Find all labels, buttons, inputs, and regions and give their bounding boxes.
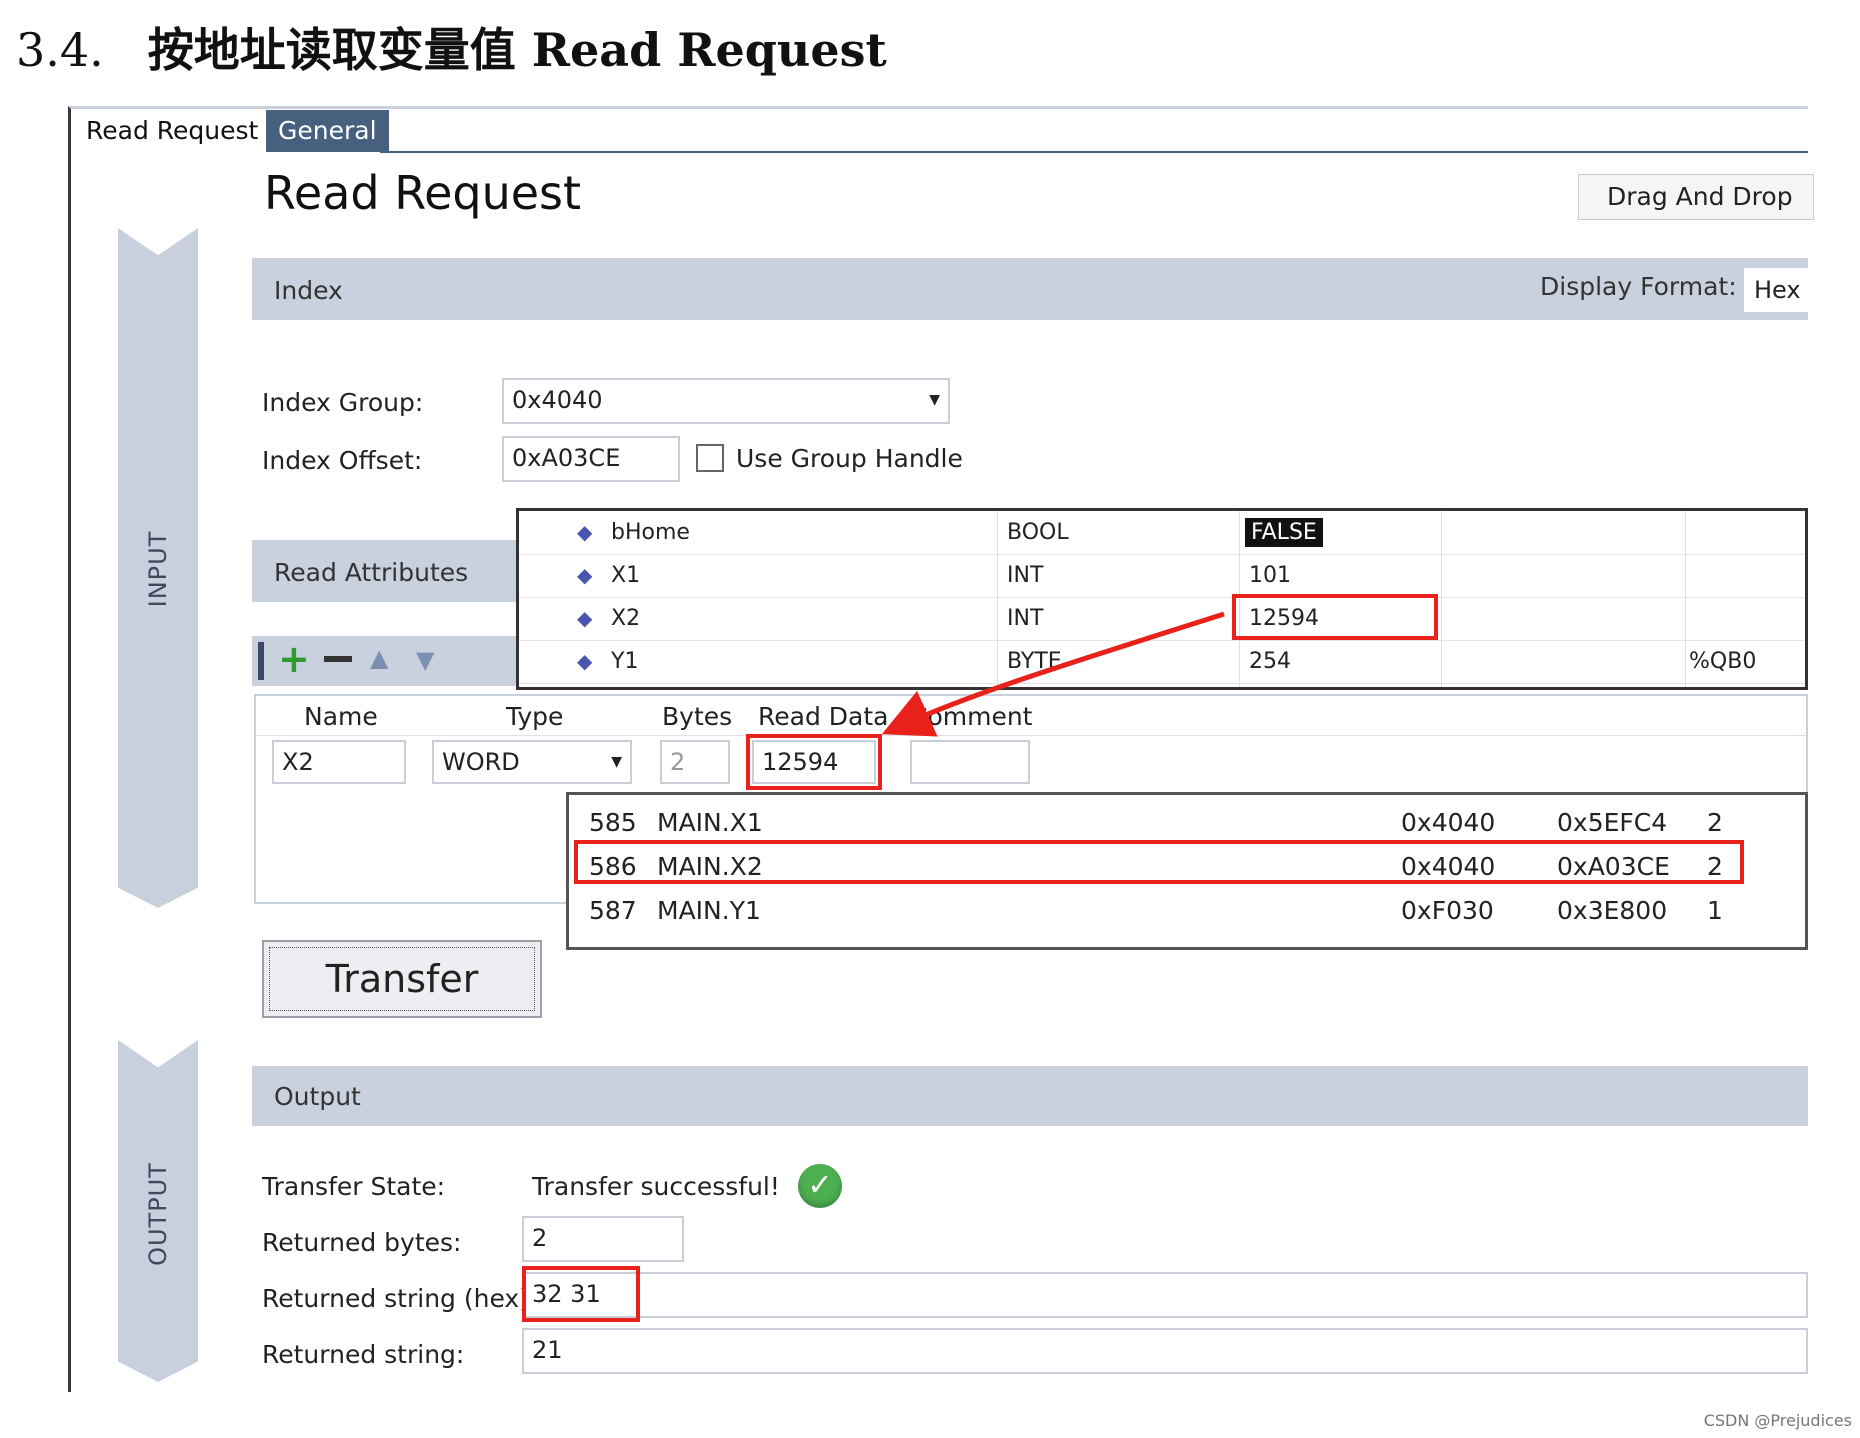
watch-row[interactable]: ◆ X2 INT 12594: [519, 597, 1805, 641]
symbol-id: 587: [589, 896, 637, 925]
watch-type: INT: [1007, 563, 1044, 588]
symbol-name: MAIN.X1: [657, 808, 763, 837]
watch-value: 101: [1249, 563, 1291, 588]
section-title: 按地址读取变量值 Read Request: [147, 23, 887, 77]
symbol-group: 0xF030: [1401, 896, 1494, 925]
variable-pin-icon: ◆: [577, 563, 593, 587]
chevron-down-icon: ▼: [929, 392, 940, 408]
returned-hex-highlight: [522, 1266, 640, 1322]
returned-string-field: 21: [522, 1328, 1808, 1374]
watch-type: BYTE: [1007, 649, 1062, 674]
variable-watch-popup: ◆ bHome BOOL FALSE ◆ X1 INT 101 ◆ X2 INT…: [516, 508, 1808, 690]
watch-name: X1: [611, 563, 641, 588]
variable-pin-icon: ◆: [577, 520, 593, 544]
page-title: Read Request: [264, 166, 582, 220]
section-number: 3.4.: [16, 23, 104, 77]
symbol-id: 585: [589, 808, 637, 837]
column-header-type: Type: [506, 702, 564, 731]
success-check-icon: ✓: [798, 1164, 842, 1208]
variable-pin-icon: ◆: [577, 606, 593, 630]
output-section-title: Output: [274, 1082, 361, 1111]
returned-bytes-label: Returned bytes:: [262, 1228, 462, 1257]
symbol-row-highlight: [574, 840, 1744, 884]
toolbar-grip: [258, 642, 264, 680]
symbol-offset: 0x3E800: [1557, 896, 1668, 925]
arrow-down-icon[interactable]: ▼: [416, 646, 434, 674]
drag-and-drop-button[interactable]: Drag And Drop: [1578, 174, 1814, 220]
section-heading: 3.4. 按地址读取变量值 Read Request: [16, 14, 887, 80]
output-side-label: OUTPUT: [144, 1162, 172, 1266]
add-icon[interactable]: +: [278, 638, 310, 680]
symbol-row[interactable]: 585 MAIN.X1 0x4040 0x5EFC4 2: [569, 801, 1805, 845]
returned-hex-field: 32 31: [522, 1272, 1808, 1318]
symbol-offset: 0x5EFC4: [1557, 808, 1668, 837]
transfer-state-label: Transfer State:: [262, 1172, 446, 1201]
index-group-value: 0x4040: [512, 386, 603, 414]
returned-hex-label: Returned string (hex):: [262, 1284, 538, 1313]
display-format-label: Display Format:: [1540, 272, 1737, 301]
tab-underline: [380, 151, 1808, 153]
read-attributes-title: Read Attributes: [274, 558, 469, 587]
display-format-select[interactable]: Hex: [1744, 268, 1808, 312]
returned-string-label: Returned string:: [262, 1340, 465, 1369]
transfer-state-value: Transfer successful!: [532, 1172, 780, 1201]
row-type-value: WORD: [442, 748, 520, 776]
tab-general[interactable]: General: [266, 110, 389, 152]
watch-name: X2: [611, 606, 641, 631]
read-data-highlight: [746, 734, 882, 790]
watch-address: %QB0: [1689, 649, 1757, 674]
symbol-group: 0x4040: [1401, 808, 1496, 837]
input-side-label: INPUT: [144, 530, 172, 608]
row-name-input[interactable]: X2: [272, 740, 406, 784]
index-group-label: Index Group:: [262, 388, 424, 417]
watch-row[interactable]: ◆ Y1 BYTE 254 %QB0: [519, 640, 1805, 684]
row-comment-input[interactable]: [910, 740, 1030, 784]
watermark: CSDN @Prejudices: [1703, 1411, 1852, 1430]
column-header-comment: Comment: [910, 702, 1033, 731]
watch-name: bHome: [611, 520, 690, 545]
symbol-size: 1: [1707, 896, 1723, 925]
row-type-select[interactable]: WORD ▼: [432, 740, 632, 784]
use-group-handle-label: Use Group Handle: [736, 444, 963, 473]
column-header-name: Name: [304, 702, 378, 731]
returned-bytes-field: 2: [522, 1216, 684, 1262]
use-group-handle-checkbox[interactable]: [696, 444, 724, 472]
column-header-read-data: Read Data: [758, 702, 889, 731]
index-group-select[interactable]: 0x4040 ▼: [502, 378, 950, 424]
watch-row[interactable]: ◆ X1 INT 101: [519, 554, 1805, 598]
tab-read-request[interactable]: Read Request: [74, 110, 271, 152]
column-header-bytes: Bytes: [662, 702, 733, 731]
watch-row[interactable]: ◆ bHome BOOL FALSE: [519, 511, 1805, 555]
arrow-up-icon[interactable]: ▲: [370, 644, 388, 672]
index-offset-input[interactable]: 0xA03CE: [502, 436, 680, 482]
index-offset-label: Index Offset:: [262, 446, 423, 475]
watch-name: Y1: [611, 649, 639, 674]
watch-value: FALSE: [1245, 511, 1323, 554]
chevron-down-icon: ▼: [611, 754, 622, 770]
watch-type: BOOL: [1007, 520, 1069, 545]
symbol-name: MAIN.Y1: [657, 896, 761, 925]
symbol-size: 2: [1707, 808, 1723, 837]
watch-value-highlight: [1232, 594, 1438, 640]
output-section-band: [252, 1066, 1808, 1126]
symbol-row[interactable]: 587 MAIN.Y1 0xF030 0x3E800 1: [569, 889, 1805, 933]
variable-pin-icon: ◆: [577, 649, 593, 673]
row-bytes-input: 2: [660, 740, 730, 784]
watch-type: INT: [1007, 606, 1044, 631]
remove-icon[interactable]: [324, 656, 352, 662]
watch-value: 254: [1249, 649, 1291, 674]
index-section-title: Index: [274, 276, 343, 305]
transfer-button[interactable]: Transfer: [262, 940, 542, 1018]
